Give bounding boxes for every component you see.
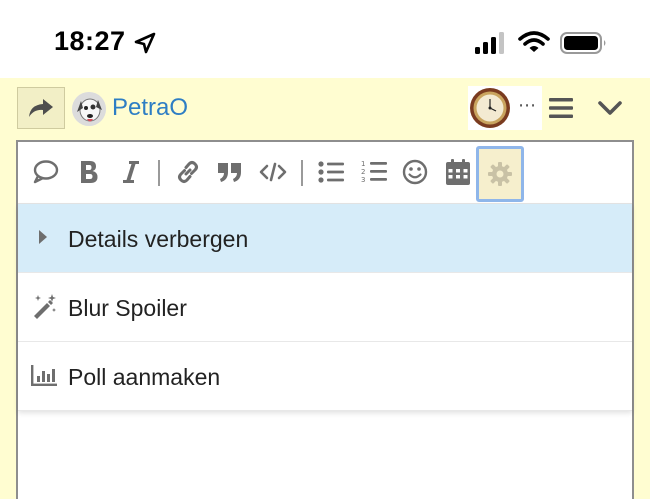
magic-wand-icon (34, 294, 56, 319)
avatar[interactable] (72, 92, 106, 126)
quote-marks-icon (218, 163, 241, 182)
share-arrow-icon (29, 99, 53, 117)
toolbar-separator (158, 160, 160, 186)
pocket-watch-image (468, 86, 512, 130)
blockquote-button[interactable] (214, 156, 246, 188)
caret-right-icon (39, 230, 47, 244)
status-bar: 18:27 (0, 0, 650, 78)
wifi-icon (518, 31, 550, 52)
bar-chart-icon (31, 365, 57, 386)
bold-button[interactable] (73, 156, 105, 188)
composer-header: PetraO ⋯ (0, 78, 650, 138)
svg-text:2: 2 (361, 168, 365, 176)
username-link[interactable]: PetraO (112, 94, 188, 122)
avatar-dog-icon (72, 92, 106, 126)
calendar-icon (446, 159, 470, 185)
topic-thumbnail[interactable] (468, 86, 512, 130)
toolbar-separator (301, 160, 303, 186)
editor-toolbar: 1 2 3 (18, 142, 632, 204)
menu-item-label: Blur Spoiler (68, 295, 187, 321)
toolbar-options-dropdown: Details verbergen Blur Spoiler Poll aanm… (18, 204, 632, 411)
bullet-list-icon (318, 161, 344, 183)
battery-icon (560, 32, 606, 54)
smiley-icon (402, 159, 428, 185)
options-gear-button[interactable] (476, 146, 524, 202)
link-icon (178, 161, 198, 183)
status-time: 18:27 (54, 26, 126, 56)
location-arrow-icon (134, 32, 156, 54)
menu-item-blur-spoiler[interactable]: Blur Spoiler (18, 273, 632, 342)
bullet-list-button[interactable] (315, 156, 347, 188)
menu-item-details-verbergen[interactable]: Details verbergen (18, 204, 632, 273)
cellular-signal-icon (475, 32, 504, 54)
emoji-button[interactable] (399, 156, 431, 188)
reply-action-button[interactable] (17, 87, 65, 129)
menu-item-label: Poll aanmaken (68, 364, 221, 390)
hamburger-menu-icon[interactable] (548, 95, 574, 121)
code-icon (259, 162, 287, 182)
date-button[interactable] (442, 156, 474, 188)
menu-item-label: Details verbergen (68, 226, 249, 252)
link-button[interactable] (172, 156, 204, 188)
svg-text:3: 3 (361, 176, 365, 184)
quote-reply-button[interactable] (30, 156, 62, 188)
bold-icon (81, 161, 98, 183)
thumbnail-more-indicator: ⋯ (512, 86, 542, 130)
speech-bubble-icon (33, 160, 59, 184)
menu-item-poll-aanmaken[interactable]: Poll aanmaken (18, 342, 632, 411)
code-button[interactable] (257, 156, 289, 188)
gear-icon (488, 162, 512, 186)
svg-text:1: 1 (361, 160, 365, 168)
italic-icon (123, 161, 139, 183)
italic-button[interactable] (115, 156, 147, 188)
chevron-down-icon[interactable] (597, 95, 623, 121)
numbered-list-button[interactable]: 1 2 3 (358, 156, 390, 188)
numbered-list-icon: 1 2 3 (361, 160, 387, 184)
